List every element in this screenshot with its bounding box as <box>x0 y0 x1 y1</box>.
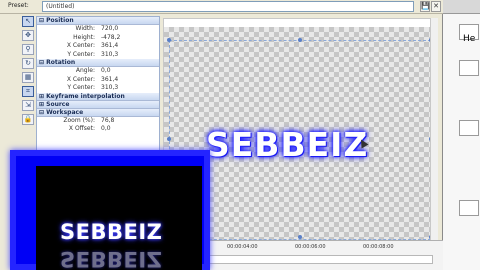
properties-panel: ⊟ Position Width: 720,0 Height: -478,2 X C… <box>36 16 160 156</box>
preview-title-reflection: SEBBEIZ <box>60 247 163 270</box>
background-titlebar <box>443 0 480 14</box>
zoom-icon[interactable]: ⚲ <box>22 44 34 55</box>
prop-width[interactable]: Width: 720,0 <box>37 25 159 34</box>
timecode-label: 00:00:08:00 <box>363 244 394 250</box>
preset-dropdown[interactable]: (Untitled) <box>42 1 414 12</box>
timeline-track[interactable] <box>203 255 433 264</box>
section-source[interactable]: ⊞ Source <box>37 100 159 109</box>
video-preview-window: SEBBEIZ SEBBEIZ <box>10 150 210 270</box>
prop-rot-y-center[interactable]: Y Center: 310,3 <box>37 84 159 93</box>
screen: Preset: (Untitled) 💾 ✕ ↖ ✥ ⚲ ↻ ▦ ⌗ ⇲ 🔒 ⊟… <box>0 0 480 270</box>
delete-preset-icon[interactable]: ✕ <box>431 1 441 12</box>
section-position[interactable]: ⊟ Position <box>37 17 159 25</box>
tool-strip: ↖ ✥ ⚲ ↻ ▦ ⌗ ⇲ 🔒 <box>22 16 36 146</box>
pointer-icon[interactable]: ↖ <box>22 16 34 27</box>
canvas-title-text: SEBBEIZ <box>206 125 369 164</box>
prop-x-offset[interactable]: X Offset: 0,0 <box>37 125 159 134</box>
frame-handle[interactable] <box>298 38 302 42</box>
section-keyframe-interpolation[interactable]: ⊞ Keyframe interpolation <box>37 92 159 101</box>
frame-handle[interactable] <box>298 235 302 239</box>
prop-height[interactable]: Height: -478,2 <box>37 34 159 43</box>
preview-screen: SEBBEIZ SEBBEIZ <box>36 166 202 270</box>
grid-icon[interactable]: ▦ <box>22 72 34 83</box>
section-workspace[interactable]: ⊟ Workspace <box>37 108 159 117</box>
preset-bar: Preset: (Untitled) 💾 ✕ <box>0 0 443 14</box>
background-window: He <box>443 0 480 270</box>
prop-x-center[interactable]: X Center: 361,4 <box>37 42 159 51</box>
rotate-icon[interactable]: ↻ <box>22 58 34 69</box>
prop-angle[interactable]: Angle: 0,0 <box>37 67 159 76</box>
timecode-label: 00:00:04:00 <box>227 244 258 250</box>
frame-handle[interactable] <box>167 137 171 141</box>
background-panel <box>459 60 479 76</box>
snap-icon[interactable]: ⌗ <box>22 86 34 97</box>
lock-icon[interactable]: 🔒 <box>22 114 34 125</box>
section-rotation[interactable]: ⊟ Rotation <box>37 59 159 67</box>
prop-y-center[interactable]: Y Center: 310,3 <box>37 51 159 60</box>
frame-handle[interactable] <box>167 38 171 42</box>
move-icon[interactable]: ✥ <box>22 30 34 41</box>
background-label: He <box>463 34 476 44</box>
timecode-label: 00:00:06:00 <box>295 244 326 250</box>
prop-rot-x-center[interactable]: X Center: 361,4 <box>37 76 159 85</box>
preview-title-text: SEBBEIZ <box>60 220 163 244</box>
scale-icon[interactable]: ⇲ <box>22 100 34 111</box>
workspace-scrollbar[interactable] <box>430 18 438 240</box>
preset-label: Preset: <box>8 2 29 9</box>
background-panel <box>459 120 479 136</box>
prop-zoom[interactable]: Zoom (%): 76,8 <box>37 117 159 126</box>
background-panel <box>459 200 479 216</box>
save-preset-icon[interactable]: 💾 <box>420 1 430 12</box>
